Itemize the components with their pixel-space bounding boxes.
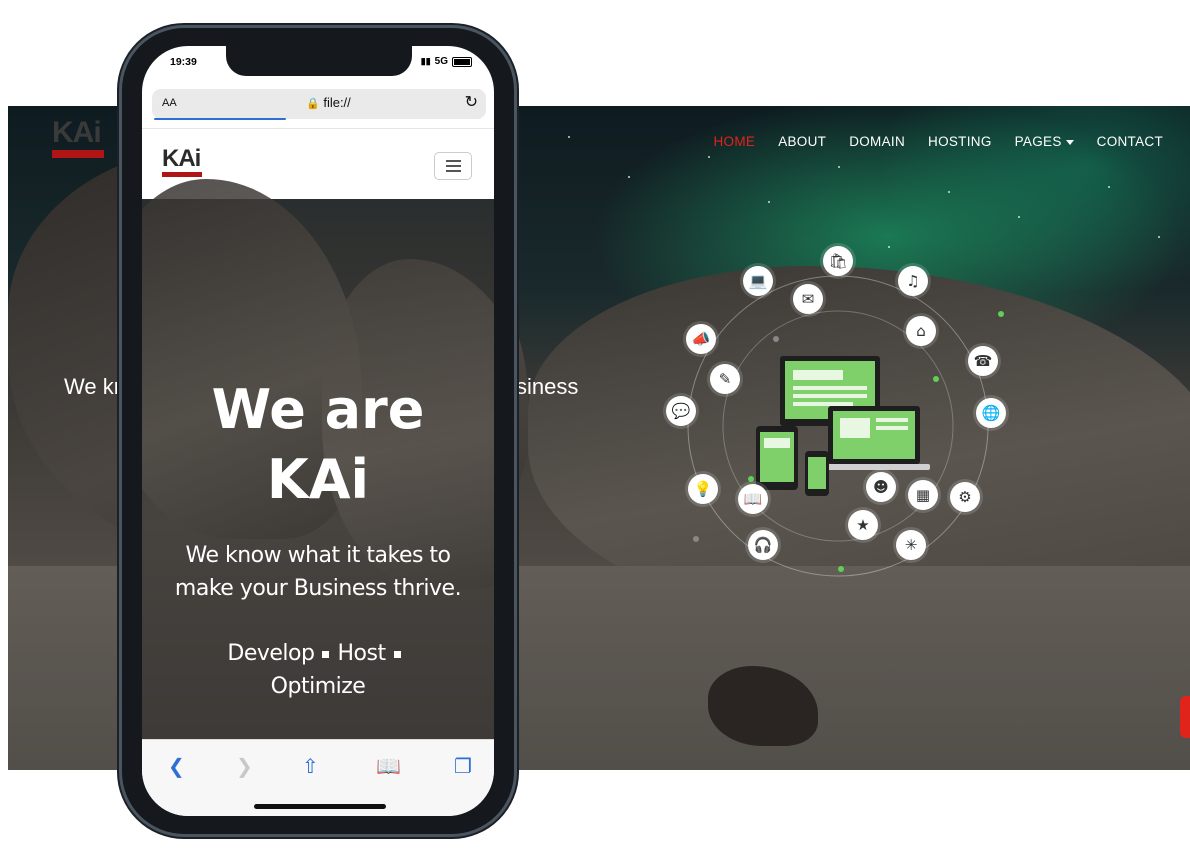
- status-time: 19:39: [170, 56, 197, 68]
- site-logo[interactable]: KAi: [52, 118, 112, 168]
- orbit-dot: [998, 311, 1004, 317]
- headphones-icon: 🎧: [748, 530, 778, 560]
- logo-underline: [52, 150, 104, 158]
- share-icon[interactable]: ⇧: [302, 754, 319, 778]
- bullet-square-icon: [322, 650, 330, 658]
- mail-icon: ✉: [793, 284, 823, 314]
- mobile-logo-underline: [162, 172, 202, 177]
- phone-notch: [226, 46, 412, 76]
- nav-contact[interactable]: CONTACT: [1097, 134, 1163, 149]
- hamburger-line: [445, 160, 461, 162]
- status-indicators: ▮▮ 5G: [421, 56, 472, 67]
- browser-toolbar: ❮ ❯ ⇧ 📖 ❐: [142, 739, 494, 816]
- orbit-rings: [687, 275, 989, 577]
- mobile-site-logo[interactable]: KAi: [162, 147, 202, 177]
- orbit-dot: [838, 566, 844, 572]
- music-icon: ♫: [898, 266, 928, 296]
- lock-icon: 🔒: [306, 98, 320, 110]
- signal-icon: ▮▮: [420, 56, 431, 66]
- orbit-dot: [773, 336, 779, 342]
- chat-icon: 💬: [666, 396, 696, 426]
- hero-services: Develop Host Optimize: [162, 637, 474, 703]
- network-label: 5G: [434, 56, 448, 67]
- hamburger-line: [445, 170, 461, 172]
- home-indicator: [254, 804, 386, 809]
- shopping-bag-icon: 🛍: [823, 246, 853, 276]
- phone-screen: 19:39 ▮▮ 5G AA 🔒 file:// ↻ KAi We are KA…: [142, 46, 494, 816]
- url-text: file://: [323, 95, 351, 110]
- service-optimize: Optimize: [270, 674, 366, 699]
- megaphone-icon: 📣: [686, 324, 716, 354]
- orbit-dot: [693, 536, 699, 542]
- caret-down-icon: [1065, 139, 1074, 145]
- reload-icon[interactable]: ↻: [465, 92, 478, 111]
- bookmarks-icon[interactable]: 📖: [376, 754, 401, 778]
- back-icon[interactable]: ❮: [168, 754, 185, 778]
- nav-domain[interactable]: DOMAIN: [849, 134, 905, 149]
- nav-pages[interactable]: PAGES: [1015, 134, 1074, 149]
- bullet-square-icon: [393, 650, 401, 658]
- side-scroll-tab[interactable]: [1180, 696, 1190, 738]
- lightbulb-icon: 💡: [688, 474, 718, 504]
- globe-icon: 🌐: [976, 398, 1006, 428]
- orbit-dot: [748, 476, 754, 482]
- service-develop: Develop: [227, 641, 315, 666]
- home-icon: ⌂: [906, 316, 936, 346]
- battery-icon: [452, 56, 472, 67]
- mobile-hero: We are KAi We know what it takes to make…: [142, 179, 494, 739]
- text-size-button[interactable]: AA: [162, 97, 177, 109]
- tabs-icon[interactable]: ❐: [454, 754, 472, 778]
- nav-pages-label: PAGES: [1014, 134, 1062, 149]
- star: [1158, 236, 1160, 238]
- computer-icon: 💻: [743, 266, 773, 296]
- mobile-logo-text: KAi: [162, 145, 201, 172]
- forward-icon[interactable]: ❯: [236, 754, 253, 778]
- hero-text-fragment-right: siness: [516, 374, 579, 399]
- star: [628, 176, 630, 178]
- phone-call-icon: ☎: [968, 346, 998, 376]
- star: [838, 166, 840, 168]
- star: [568, 136, 570, 138]
- star: [1108, 186, 1110, 188]
- team-icon: ☻: [866, 472, 896, 502]
- nav-home[interactable]: HOME: [713, 134, 755, 149]
- url-display[interactable]: 🔒 file://: [306, 95, 351, 110]
- star: [1018, 216, 1020, 218]
- star: [768, 201, 770, 203]
- star-icon: ★: [848, 510, 878, 540]
- share-network-icon: ✳: [896, 530, 926, 560]
- hero-text-fragment-left: We kr: [64, 374, 122, 399]
- edit-icon: ✎: [710, 364, 740, 394]
- hamburger-line: [445, 165, 461, 167]
- book-icon: 📖: [738, 484, 768, 514]
- star: [708, 156, 710, 158]
- orbit-dot: [933, 376, 939, 382]
- star: [948, 191, 950, 193]
- url-progress-underline: [154, 118, 286, 120]
- gear-icon: ⚙: [950, 482, 980, 512]
- sitemap-icon: ▦: [908, 480, 938, 510]
- service-host: Host: [337, 641, 386, 666]
- nav-about[interactable]: ABOUT: [778, 134, 826, 149]
- main-nav: HOME ABOUT DOMAIN HOSTING PAGES CONTACT: [690, 134, 1163, 149]
- hero-title-line2: KAi: [266, 448, 370, 511]
- hero-subtitle: We know what it takes to make your Busin…: [174, 543, 462, 601]
- nav-hosting[interactable]: HOSTING: [928, 134, 992, 149]
- menu-toggle-button[interactable]: [434, 152, 472, 180]
- hero-title-line1: We are: [211, 378, 425, 441]
- phone-mockup: 19:39 ▮▮ 5G AA 🔒 file:// ↻ KAi We are KA…: [122, 28, 514, 834]
- browser-url-bar[interactable]: AA 🔒 file:// ↻: [152, 89, 486, 120]
- digital-services-illustration: 🛍 💻 ♫ ✉ ⌂ 📣 ☎ ✎ 💬 🌐 💡 📖 ☻ ▦ ⚙ ★ 🎧 ✳: [648, 246, 1028, 606]
- logo-text: KAi: [52, 116, 102, 149]
